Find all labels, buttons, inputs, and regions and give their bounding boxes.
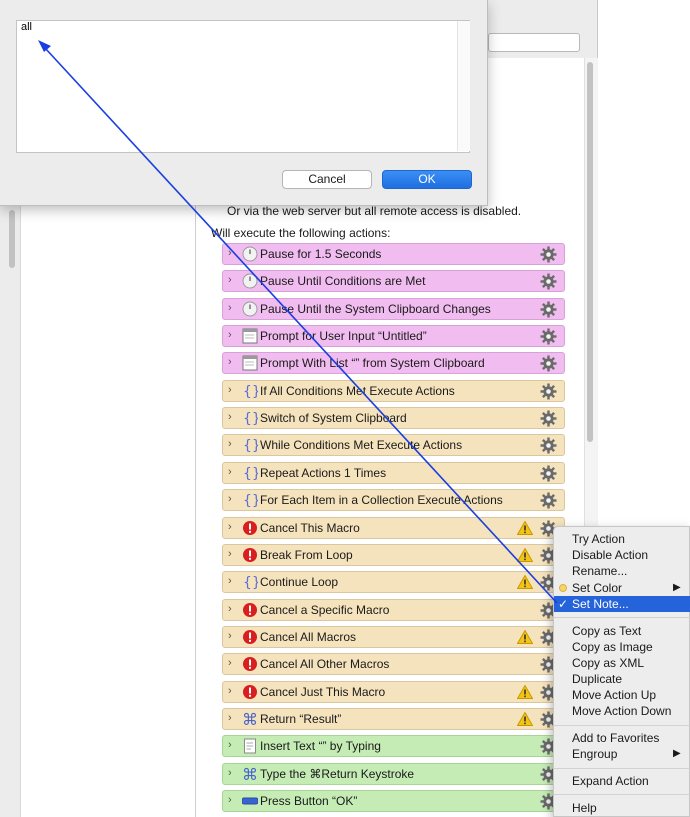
- arrow-head: [38, 40, 51, 52]
- arrow-line: [44, 47, 558, 604]
- annotation-arrow: [38, 40, 558, 604]
